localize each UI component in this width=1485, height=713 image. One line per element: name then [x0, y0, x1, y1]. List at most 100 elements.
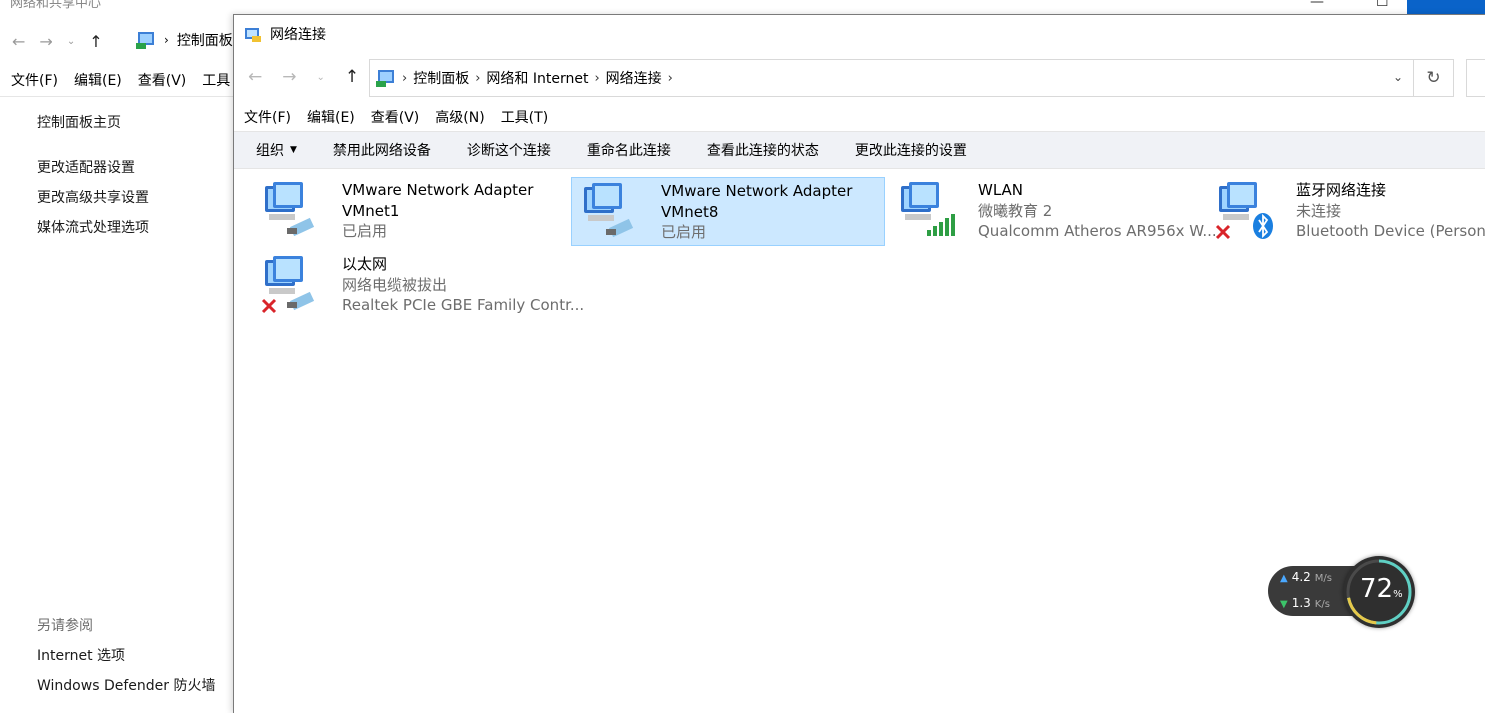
background-breadcrumb[interactable]: › 控制面板 [136, 28, 233, 52]
connection-device: Qualcomm Atheros AR956x W... [978, 222, 1217, 240]
menu-edit[interactable]: 编辑(E) [307, 107, 355, 129]
connection-wlan[interactable]: WLAN 微曦教育 2 Qualcomm Atheros AR956x W... [889, 177, 1217, 246]
breadcrumb-control-panel[interactable]: 控制面板 [413, 68, 469, 88]
background-menubar: 文件(F) 编辑(E) 查看(V) 工具 [0, 70, 240, 92]
minimize-icon[interactable]: — [1310, 0, 1324, 10]
red-x-icon [261, 298, 277, 314]
sidebar-advanced-sharing-settings[interactable]: 更改高级共享设置 [37, 187, 149, 207]
connection-bluetooth[interactable]: 蓝牙网络连接 未连接 Bluetooth Device (Personal A [1207, 177, 1485, 246]
organize-button[interactable]: 组织 ▼ [256, 140, 297, 160]
search-input[interactable] [1466, 59, 1485, 97]
menu-edit[interactable]: 编辑(E) [74, 70, 122, 92]
menu-file[interactable]: 文件(F) [244, 107, 291, 129]
connection-text: 以太网 网络电缆被拔出 Realtek PCIe GBE Family Cont… [342, 254, 584, 316]
red-x-icon [1215, 224, 1231, 240]
menu-advanced[interactable]: 高级(N) [435, 107, 484, 129]
connection-device: Realtek PCIe GBE Family Contr... [342, 296, 585, 314]
control-panel-icon [376, 70, 394, 87]
back-arrow-icon[interactable]: ← [12, 32, 25, 51]
breadcrumb-chevron-icon[interactable]: › [668, 71, 673, 86]
bluetooth-icon [1253, 213, 1273, 239]
navigation-row: ← → ⌄ ↑ › 控制面板 › 网络和 Internet › 网络连接 › ⌄… [234, 59, 1485, 97]
sidebar-windows-defender-firewall[interactable]: Windows Defender 防火墙 [37, 675, 215, 695]
breadcrumb-chevron-icon[interactable]: › [475, 71, 480, 86]
download-speed: ▼ 1.3 K/s [1280, 596, 1330, 610]
menubar: 文件(F) 编辑(E) 查看(V) 高级(N) 工具(T) [244, 107, 548, 129]
see-also-heading: 另请参阅 [37, 618, 93, 634]
connection-status: 未连接 [1296, 201, 1342, 220]
network-cable-icon [606, 218, 634, 238]
connection-text: VMware Network Adapter VMnet1 已启用 [342, 180, 533, 242]
breadcrumb-chevron-icon[interactable]: › [402, 71, 407, 86]
back-arrow-icon[interactable]: ← [248, 67, 262, 87]
connection-status: 已启用 [661, 223, 707, 241]
recent-dropdown-icon[interactable]: ⌄ [67, 36, 75, 47]
organize-label: 组织 [256, 143, 284, 159]
forward-arrow-icon[interactable]: → [39, 32, 52, 51]
taskbar-strip [1407, 0, 1485, 14]
background-nav-buttons: ← → ⌄ ↑ [12, 30, 103, 52]
sidebar-change-adapter-settings[interactable]: 更改适配器设置 [37, 157, 135, 177]
upload-arrow-icon: ▲ [1280, 573, 1288, 584]
menu-file[interactable]: 文件(F) [11, 70, 58, 92]
up-arrow-icon[interactable]: ↑ [345, 67, 359, 87]
network-folder-icon [245, 28, 261, 42]
sidebar-control-panel-home[interactable]: 控制面板主页 [37, 112, 121, 132]
wifi-signal-icon [927, 214, 955, 236]
view-status-button[interactable]: 查看此连接的状态 [707, 140, 819, 160]
usage-percent-sign: % [1393, 589, 1403, 600]
connection-vmnet1[interactable]: VMware Network Adapter VMnet1 已启用 [253, 177, 567, 246]
upload-speed: ▲ 4.2 M/s [1280, 570, 1332, 584]
connection-name: VMware Network Adapter [661, 182, 853, 200]
connection-ethernet[interactable]: 以太网 网络电缆被拔出 Realtek PCIe GBE Family Cont… [253, 251, 584, 320]
connection-adapter: VMnet8 [661, 202, 719, 221]
download-arrow-icon: ▼ [1280, 599, 1288, 610]
caret-down-icon: ▼ [290, 145, 297, 155]
menu-tools[interactable]: 工具(T) [501, 107, 548, 129]
title-bar: 网络连接 [234, 15, 1485, 53]
address-bar[interactable]: › 控制面板 › 网络和 Internet › 网络连接 › ⌄ [369, 59, 1414, 97]
control-panel-icon [136, 32, 154, 49]
forward-arrow-icon[interactable]: → [282, 67, 296, 87]
connection-network: 微曦教育 2 [978, 201, 1053, 220]
menu-view[interactable]: 查看(V) [371, 107, 420, 129]
menu-tools[interactable]: 工具 [202, 70, 230, 92]
refresh-button[interactable]: ↻ [1414, 59, 1454, 97]
upload-value: 4.2 [1291, 570, 1311, 584]
breadcrumb-chevron-icon[interactable]: › [594, 71, 599, 86]
address-dropdown-icon[interactable]: ⌄ [1393, 70, 1403, 84]
menu-view[interactable]: 查看(V) [138, 70, 187, 92]
breadcrumb-network-connections[interactable]: 网络连接 [606, 68, 662, 88]
usage-percent: 72% [1360, 574, 1403, 604]
usage-percent-value: 72 [1360, 574, 1394, 604]
maximize-icon[interactable]: ☐ [1376, 0, 1389, 10]
connection-status: 已启用 [342, 222, 388, 240]
sidebar-media-streaming-options[interactable]: 媒体流式处理选项 [37, 217, 149, 237]
up-arrow-icon[interactable]: ↑ [89, 32, 102, 51]
network-adapter-icon [261, 256, 315, 314]
connection-name: WLAN [978, 181, 1024, 199]
connection-vmnet8[interactable]: VMware Network Adapter VMnet8 已启用 [571, 177, 885, 246]
sidebar-internet-options[interactable]: Internet 选项 [37, 645, 125, 665]
connection-name: 蓝牙网络连接 [1296, 181, 1387, 199]
navigation-buttons: ← → ⌄ ↑ [248, 67, 359, 87]
connection-adapter: VMnet1 [342, 201, 400, 220]
command-bar: 组织 ▼ 禁用此网络设备 诊断这个连接 重命名此连接 查看此连接的状态 更改此连接… [234, 131, 1485, 169]
background-breadcrumb-item[interactable]: 控制面板 [177, 30, 233, 50]
download-value: 1.3 [1291, 596, 1311, 610]
network-adapter-icon [584, 183, 634, 238]
connection-name: VMware Network Adapter [342, 181, 534, 199]
diagnose-button[interactable]: 诊断这个连接 [467, 140, 551, 160]
network-speed-widget[interactable]: ▲ 4.2 M/s ▼ 1.3 K/s 72% [1268, 556, 1418, 628]
connection-text: VMware Network Adapter VMnet8 已启用 [661, 181, 852, 243]
connection-status: 网络电缆被拔出 [342, 275, 448, 294]
breadcrumb-network-internet[interactable]: 网络和 Internet [486, 68, 588, 88]
network-cable-icon [287, 291, 315, 311]
rename-button[interactable]: 重命名此连接 [587, 140, 671, 160]
network-adapter-icon [265, 182, 315, 237]
network-adapter-icon [901, 182, 955, 236]
recent-dropdown-icon[interactable]: ⌄ [317, 72, 325, 83]
network-adapter-icon [1215, 182, 1273, 240]
disable-device-button[interactable]: 禁用此网络设备 [333, 140, 431, 160]
change-settings-button[interactable]: 更改此连接的设置 [855, 140, 967, 160]
